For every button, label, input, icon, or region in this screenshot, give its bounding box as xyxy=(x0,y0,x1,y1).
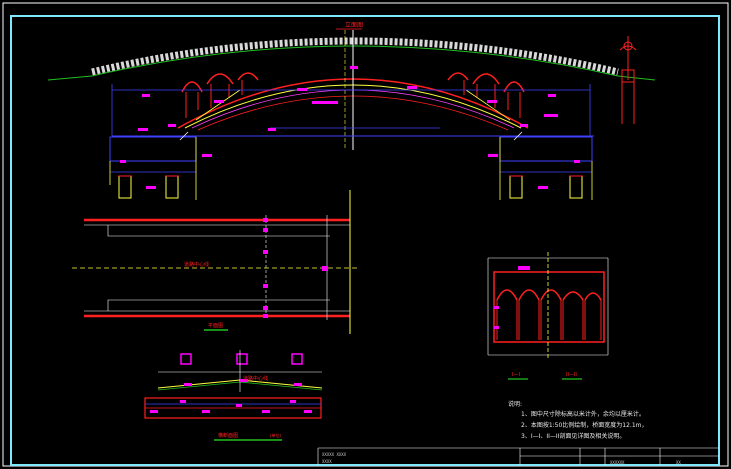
cut-label-1: I—I xyxy=(512,372,520,378)
title-block-project: XXXXX XXXX xyxy=(322,452,347,457)
plan-view: 道路中心线 平面图 xyxy=(72,190,360,334)
note-item: 2、本图按1:50比例绘制，桥面宽度为12.1m， xyxy=(521,422,648,429)
notes-title: 说明: xyxy=(508,401,523,408)
abutment-right xyxy=(499,136,593,162)
section-axis-label: 道路中心线 xyxy=(243,375,268,382)
title-block-number: XX xyxy=(676,460,681,465)
cross-section-view: 道路中心线 横断面图 (单位) xyxy=(144,350,323,441)
abutment-left xyxy=(109,136,197,162)
elevation-view: 立面图 xyxy=(47,21,656,200)
elevation-title: 立面图 xyxy=(345,21,363,29)
section-title: 横断面图 xyxy=(218,432,238,439)
plan-title: 平面图 xyxy=(208,323,223,329)
title-block-drawing-name: XXXX xyxy=(322,459,332,464)
cut-label-2: II—II xyxy=(566,372,577,378)
title-block-sheet: XXXXXX xyxy=(610,460,625,465)
section-subtitle: (单位) xyxy=(270,432,282,438)
spandrel-arches-left xyxy=(181,72,259,93)
inner-border xyxy=(10,15,720,466)
plan-axis-label: 道路中心线 xyxy=(184,261,209,268)
note-item: 3、I—I、II—II剖面见详图及相关说明。 xyxy=(521,433,626,440)
lamp-post-detail xyxy=(619,36,637,124)
engineering-drawing: 立面图 道路中心线 平面图 道路中心线 横断面图 (单位) I—I II—II xyxy=(2,2,729,467)
spandrel-arches-right xyxy=(447,72,525,93)
note-item: 1、图中尺寸除标高以米计外，余均以厘米计。 xyxy=(521,411,645,418)
title-block xyxy=(317,447,719,465)
arch-detail-view: I—I II—II xyxy=(487,252,609,380)
outer-border xyxy=(2,2,729,467)
